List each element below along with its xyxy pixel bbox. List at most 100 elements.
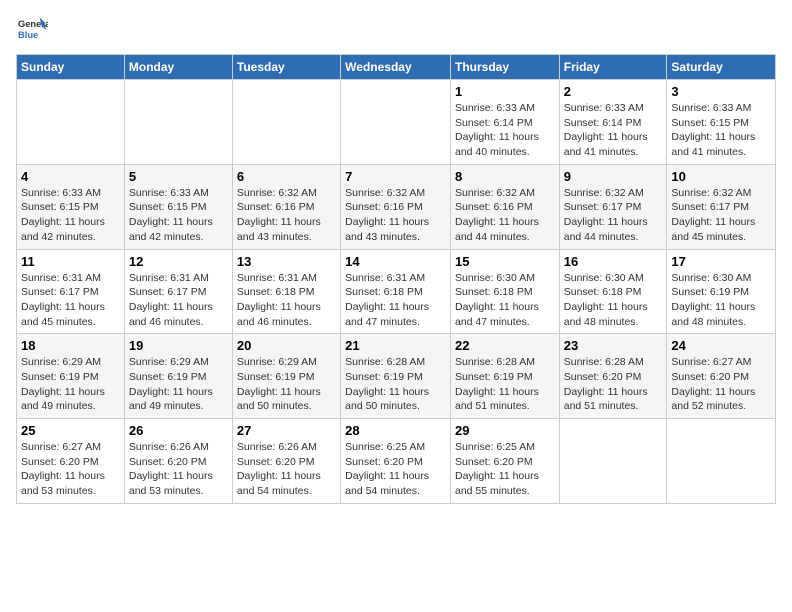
day-number: 1 [455, 84, 555, 99]
svg-text:Blue: Blue [18, 30, 38, 40]
calendar-cell: 10 Sunrise: 6:32 AM Sunset: 6:17 PM Dayli… [667, 164, 776, 249]
day-number: 10 [671, 169, 771, 184]
calendar-cell: 29 Sunrise: 6:25 AM Sunset: 6:20 PM Dayli… [450, 419, 559, 504]
day-number: 9 [564, 169, 663, 184]
weekday-header: Tuesday [232, 55, 340, 80]
day-number: 27 [237, 423, 336, 438]
calendar-week-row: 18 Sunrise: 6:29 AM Sunset: 6:19 PM Dayli… [17, 334, 776, 419]
calendar-cell: 26 Sunrise: 6:26 AM Sunset: 6:20 PM Dayli… [124, 419, 232, 504]
calendar-body: 1Sunrise: 6:33 AM Sunset: 6:14 PM Daylig… [17, 80, 776, 504]
calendar-cell: 21 Sunrise: 6:28 AM Sunset: 6:19 PM Dayli… [341, 334, 451, 419]
day-number: 15 [455, 254, 555, 269]
calendar-cell: 18 Sunrise: 6:29 AM Sunset: 6:19 PM Dayli… [17, 334, 125, 419]
calendar-cell: 11 Sunrise: 6:31 AM Sunset: 6:17 PM Dayli… [17, 249, 125, 334]
day-number: 28 [345, 423, 446, 438]
calendar-table: SundayMondayTuesdayWednesdayThursdayFrid… [16, 54, 776, 504]
calendar-header-row: SundayMondayTuesdayWednesdayThursdayFrid… [17, 55, 776, 80]
day-info: Sunrise: 6:29 AM Sunset: 6:19 PM Dayligh… [21, 355, 120, 414]
calendar-cell: 3 Sunrise: 6:33 AM Sunset: 6:15 PM Daylig… [667, 80, 776, 165]
day-number: 7 [345, 169, 446, 184]
calendar-cell: 20Sunrise: 6:29 AM Sunset: 6:19 PM Dayli… [232, 334, 340, 419]
day-info: Sunrise: 6:27 AM Sunset: 6:20 PM Dayligh… [21, 440, 120, 499]
day-number: 8 [455, 169, 555, 184]
day-info: Sunrise: 6:33 AM Sunset: 6:15 PM Dayligh… [21, 186, 120, 245]
day-number: 6 [237, 169, 336, 184]
day-number: 16 [564, 254, 663, 269]
day-info: Sunrise: 6:30 AM Sunset: 6:18 PM Dayligh… [564, 271, 663, 330]
calendar-cell: 14Sunrise: 6:31 AM Sunset: 6:18 PM Dayli… [341, 249, 451, 334]
day-info: Sunrise: 6:32 AM Sunset: 6:16 PM Dayligh… [237, 186, 336, 245]
day-number: 23 [564, 338, 663, 353]
calendar-cell: 1Sunrise: 6:33 AM Sunset: 6:14 PM Daylig… [450, 80, 559, 165]
day-number: 17 [671, 254, 771, 269]
day-info: Sunrise: 6:31 AM Sunset: 6:18 PM Dayligh… [345, 271, 446, 330]
calendar-cell [17, 80, 125, 165]
weekday-header: Monday [124, 55, 232, 80]
day-info: Sunrise: 6:32 AM Sunset: 6:17 PM Dayligh… [671, 186, 771, 245]
day-number: 29 [455, 423, 555, 438]
calendar-cell: 13 Sunrise: 6:31 AM Sunset: 6:18 PM Dayli… [232, 249, 340, 334]
day-number: 18 [21, 338, 120, 353]
calendar-cell: 12Sunrise: 6:31 AM Sunset: 6:17 PM Dayli… [124, 249, 232, 334]
day-info: Sunrise: 6:28 AM Sunset: 6:19 PM Dayligh… [455, 355, 555, 414]
day-number: 21 [345, 338, 446, 353]
day-number: 3 [671, 84, 771, 99]
day-number: 24 [671, 338, 771, 353]
calendar-cell: 25 Sunrise: 6:27 AM Sunset: 6:20 PM Dayli… [17, 419, 125, 504]
day-info: Sunrise: 6:30 AM Sunset: 6:18 PM Dayligh… [455, 271, 555, 330]
day-number: 13 [237, 254, 336, 269]
day-number: 25 [21, 423, 120, 438]
weekday-header: Wednesday [341, 55, 451, 80]
calendar-cell: 4Sunrise: 6:33 AM Sunset: 6:15 PM Daylig… [17, 164, 125, 249]
weekday-header: Saturday [667, 55, 776, 80]
calendar-cell: 23 Sunrise: 6:28 AM Sunset: 6:20 PM Dayli… [559, 334, 667, 419]
calendar-week-row: 1Sunrise: 6:33 AM Sunset: 6:14 PM Daylig… [17, 80, 776, 165]
calendar-week-row: 4Sunrise: 6:33 AM Sunset: 6:15 PM Daylig… [17, 164, 776, 249]
calendar-cell [341, 80, 451, 165]
calendar-cell [667, 419, 776, 504]
weekday-header: Sunday [17, 55, 125, 80]
calendar-cell: 8 Sunrise: 6:32 AM Sunset: 6:16 PM Daylig… [450, 164, 559, 249]
day-info: Sunrise: 6:26 AM Sunset: 6:20 PM Dayligh… [237, 440, 336, 499]
calendar-cell: 24 Sunrise: 6:27 AM Sunset: 6:20 PM Dayli… [667, 334, 776, 419]
day-info: Sunrise: 6:31 AM Sunset: 6:18 PM Dayligh… [237, 271, 336, 330]
calendar-cell: 6 Sunrise: 6:32 AM Sunset: 6:16 PM Daylig… [232, 164, 340, 249]
day-info: Sunrise: 6:31 AM Sunset: 6:17 PM Dayligh… [21, 271, 120, 330]
calendar-cell: 19Sunrise: 6:29 AM Sunset: 6:19 PM Dayli… [124, 334, 232, 419]
day-number: 11 [21, 254, 120, 269]
day-info: Sunrise: 6:29 AM Sunset: 6:19 PM Dayligh… [237, 355, 336, 414]
day-info: Sunrise: 6:30 AM Sunset: 6:19 PM Dayligh… [671, 271, 771, 330]
calendar-cell [232, 80, 340, 165]
calendar-cell: 28Sunrise: 6:25 AM Sunset: 6:20 PM Dayli… [341, 419, 451, 504]
calendar-week-row: 25 Sunrise: 6:27 AM Sunset: 6:20 PM Dayli… [17, 419, 776, 504]
day-info: Sunrise: 6:25 AM Sunset: 6:20 PM Dayligh… [455, 440, 555, 499]
calendar-cell: 2Sunrise: 6:33 AM Sunset: 6:14 PM Daylig… [559, 80, 667, 165]
day-info: Sunrise: 6:32 AM Sunset: 6:16 PM Dayligh… [455, 186, 555, 245]
calendar-cell: 9 Sunrise: 6:32 AM Sunset: 6:17 PM Daylig… [559, 164, 667, 249]
day-info: Sunrise: 6:33 AM Sunset: 6:15 PM Dayligh… [129, 186, 228, 245]
calendar-cell [559, 419, 667, 504]
logo: General Blue [16, 16, 48, 44]
day-info: Sunrise: 6:28 AM Sunset: 6:20 PM Dayligh… [564, 355, 663, 414]
day-number: 5 [129, 169, 228, 184]
calendar-cell: 22 Sunrise: 6:28 AM Sunset: 6:19 PM Dayli… [450, 334, 559, 419]
day-number: 19 [129, 338, 228, 353]
logo-icon: General Blue [16, 16, 48, 44]
calendar-cell: 5 Sunrise: 6:33 AM Sunset: 6:15 PM Daylig… [124, 164, 232, 249]
day-number: 2 [564, 84, 663, 99]
weekday-header: Friday [559, 55, 667, 80]
calendar-cell: 16 Sunrise: 6:30 AM Sunset: 6:18 PM Dayli… [559, 249, 667, 334]
calendar-cell: 17 Sunrise: 6:30 AM Sunset: 6:19 PM Dayli… [667, 249, 776, 334]
day-number: 22 [455, 338, 555, 353]
day-number: 26 [129, 423, 228, 438]
day-info: Sunrise: 6:32 AM Sunset: 6:17 PM Dayligh… [564, 186, 663, 245]
day-info: Sunrise: 6:28 AM Sunset: 6:19 PM Dayligh… [345, 355, 446, 414]
calendar-cell [124, 80, 232, 165]
calendar-cell: 15 Sunrise: 6:30 AM Sunset: 6:18 PM Dayli… [450, 249, 559, 334]
day-info: Sunrise: 6:31 AM Sunset: 6:17 PM Dayligh… [129, 271, 228, 330]
header: General Blue [16, 16, 776, 44]
day-info: Sunrise: 6:27 AM Sunset: 6:20 PM Dayligh… [671, 355, 771, 414]
day-info: Sunrise: 6:26 AM Sunset: 6:20 PM Dayligh… [129, 440, 228, 499]
calendar-week-row: 11 Sunrise: 6:31 AM Sunset: 6:17 PM Dayli… [17, 249, 776, 334]
day-info: Sunrise: 6:33 AM Sunset: 6:15 PM Dayligh… [671, 101, 771, 160]
